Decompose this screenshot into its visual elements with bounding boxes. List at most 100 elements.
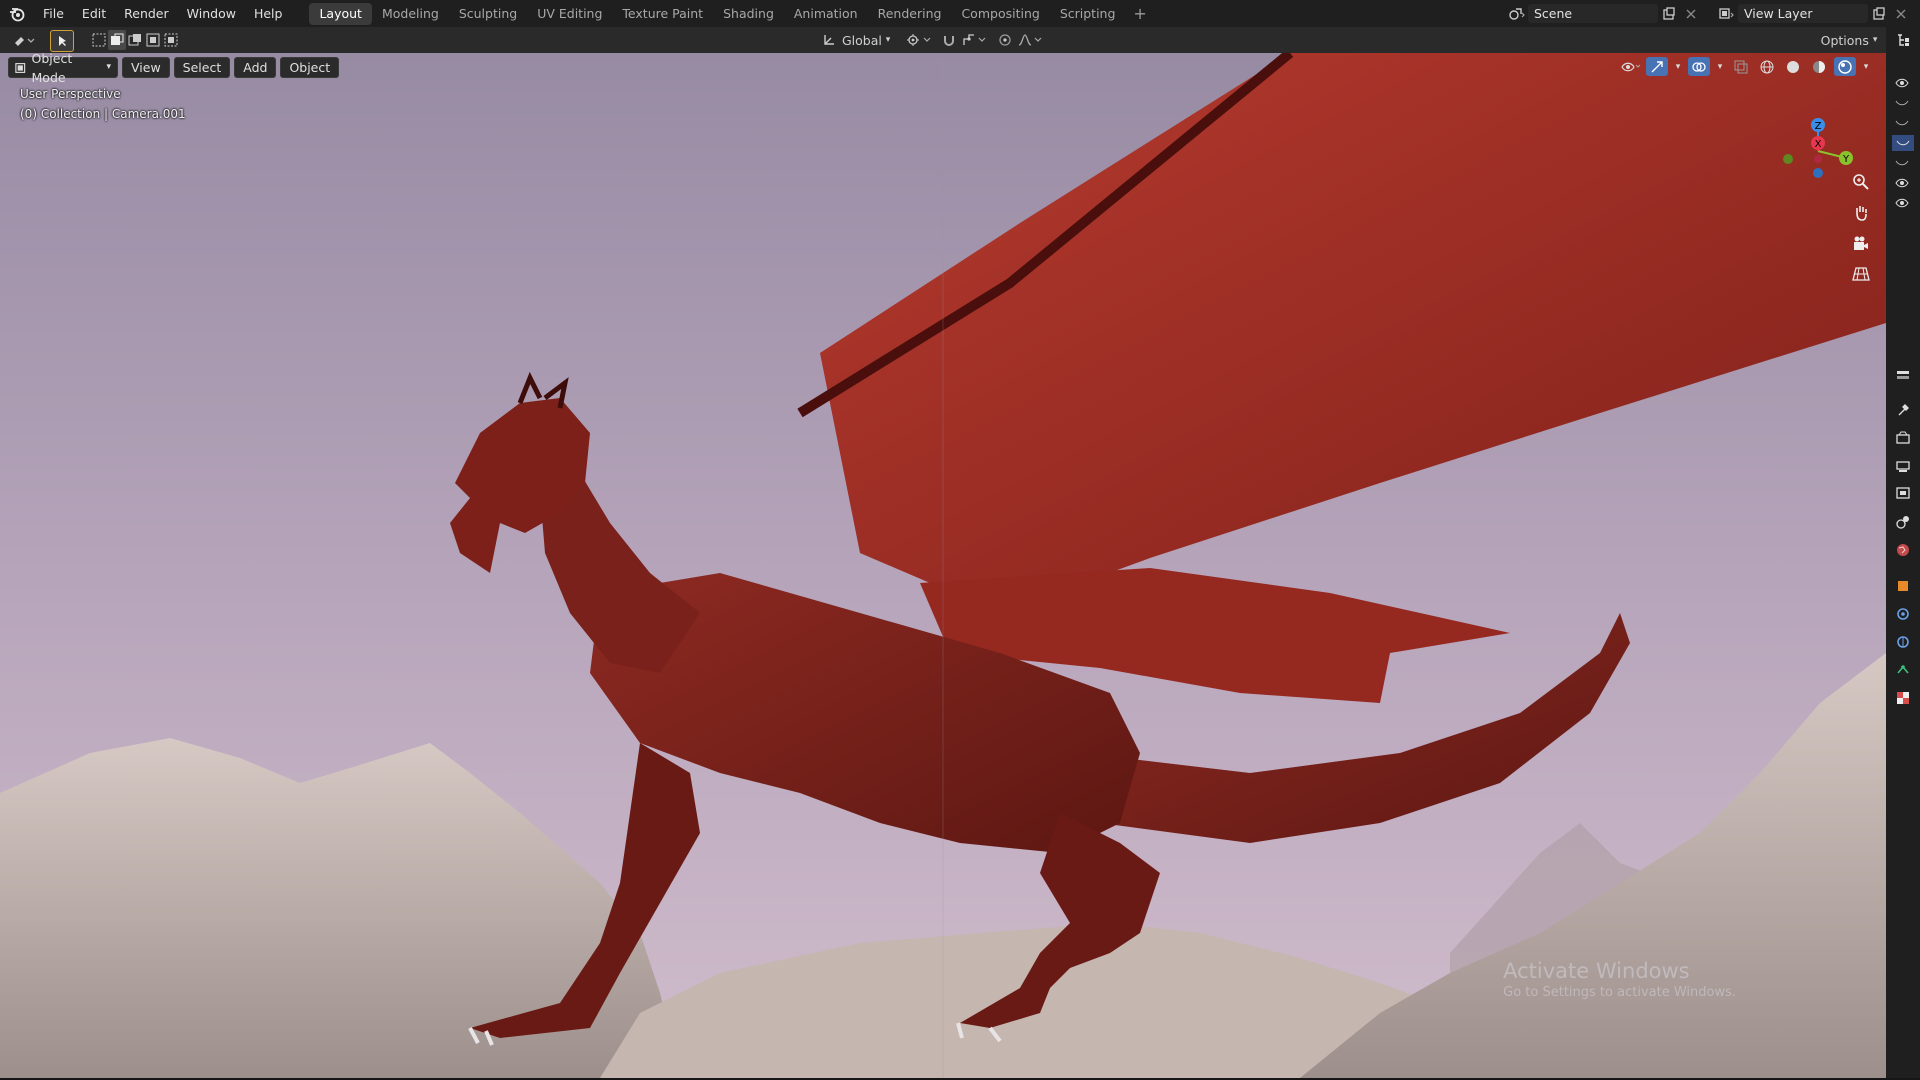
menu-window[interactable]: Window	[178, 3, 245, 25]
modifier-properties-tab-icon[interactable]	[1892, 603, 1914, 625]
gizmo-y-label: Y	[1842, 154, 1850, 165]
proportional-editing-icon[interactable]	[996, 30, 1014, 50]
select-tool-icon[interactable]	[50, 30, 74, 52]
chevron-down-icon[interactable]: ▾	[1860, 57, 1872, 76]
tab-scripting[interactable]: Scripting	[1050, 3, 1126, 25]
add-workspace-button[interactable]: +	[1125, 4, 1154, 23]
texture-properties-tab-icon[interactable]	[1892, 687, 1914, 709]
data-properties-tab-icon[interactable]	[1892, 659, 1914, 681]
menu-help[interactable]: Help	[245, 3, 292, 25]
select-box-invert-icon[interactable]	[144, 30, 162, 50]
viewport-menu-view[interactable]: View	[122, 57, 170, 78]
pan-hand-icon[interactable]	[1848, 200, 1874, 226]
watermark-subtitle: Go to Settings to activate Windows.	[1503, 985, 1736, 1000]
tab-compositing[interactable]: Compositing	[951, 3, 1049, 25]
chevron-down-icon[interactable]: ▾	[882, 30, 894, 50]
chevron-down-icon[interactable]: ▾	[1672, 57, 1684, 76]
select-box-intersect-icon[interactable]	[162, 30, 180, 50]
options-label: Options	[1820, 32, 1869, 48]
xray-toggle-icon[interactable]	[1730, 57, 1752, 76]
scene-name-field[interactable]: Scene	[1528, 4, 1658, 23]
activate-windows-watermark: Activate Windows Go to Settings to activ…	[1503, 959, 1736, 1000]
wireframe-shading-icon[interactable]	[1756, 57, 1778, 76]
scene-browse-icon[interactable]	[1506, 4, 1528, 23]
menu-render[interactable]: Render	[115, 3, 178, 25]
object-mode-dropdown[interactable]: Object Mode ▾	[8, 53, 118, 85]
object-mode-label: Object Mode	[31, 53, 73, 85]
tab-sculpting[interactable]: Sculpting	[449, 3, 527, 25]
scene-selector-group: Scene View Layer	[1506, 0, 1920, 27]
3d-viewport[interactable]: Object Mode ▾ View Select Add Object Use…	[0, 53, 1886, 1078]
tab-modeling[interactable]: Modeling	[372, 3, 449, 25]
outliner-visibility-eye-icon[interactable]	[1895, 197, 1911, 211]
chevron-down-icon: ▾	[1872, 35, 1878, 45]
gizmo-x-label: X	[1815, 139, 1822, 150]
outliner-editor-type-icon[interactable]	[1892, 29, 1914, 51]
outliner-hidden-eye-icon[interactable]	[1895, 117, 1911, 131]
delete-view-layer-icon[interactable]	[1890, 4, 1912, 23]
output-properties-tab-icon[interactable]	[1892, 455, 1914, 477]
editor-type-icon[interactable]	[10, 30, 40, 50]
viewport-scene	[0, 53, 1886, 1078]
snap-target-icon[interactable]	[960, 30, 990, 50]
chevron-down-icon: ▾	[106, 62, 111, 72]
tab-texture-paint[interactable]: Texture Paint	[612, 3, 713, 25]
select-box-subtract-icon[interactable]	[126, 30, 144, 50]
transform-orientation-dropdown[interactable]: Global	[842, 30, 882, 50]
menu-edit[interactable]: Edit	[73, 3, 115, 25]
properties-editor-type-icon[interactable]	[1892, 365, 1914, 387]
rendered-shading-icon[interactable]	[1834, 57, 1856, 76]
options-dropdown[interactable]: Options ▾	[1818, 30, 1880, 50]
physics-properties-tab-icon[interactable]	[1892, 631, 1914, 653]
blender-logo-icon[interactable]	[0, 0, 34, 27]
transform-orientation-icon[interactable]	[820, 30, 838, 50]
new-view-layer-icon[interactable]	[1868, 4, 1890, 23]
view-layer-browse-icon[interactable]	[1716, 4, 1738, 23]
zoom-icon[interactable]	[1848, 169, 1874, 195]
camera-view-icon[interactable]	[1848, 231, 1874, 257]
gizmo-toggle-icon[interactable]	[1646, 57, 1668, 76]
viewport-shading-controls: ▾ ▾ ▾	[1620, 57, 1872, 76]
snap-toggle-icon[interactable]	[940, 30, 958, 50]
tab-rendering[interactable]: Rendering	[868, 3, 952, 25]
object-mode-icon	[15, 62, 26, 73]
solid-shading-icon[interactable]	[1782, 57, 1804, 76]
select-box-extend-icon[interactable]	[108, 30, 126, 50]
proportional-falloff-icon[interactable]	[1016, 30, 1046, 50]
new-scene-icon[interactable]	[1658, 4, 1680, 23]
outliner-hidden-eye-icon[interactable]	[1895, 157, 1911, 171]
viewport-header: Object Mode ▾ View Select Add Object	[8, 53, 340, 85]
select-box-new-icon[interactable]	[90, 30, 108, 50]
tab-animation[interactable]: Animation	[784, 3, 868, 25]
tool-properties-tab-icon[interactable]	[1892, 399, 1914, 421]
render-properties-tab-icon[interactable]	[1892, 427, 1914, 449]
world-properties-tab-icon[interactable]	[1892, 539, 1914, 561]
chevron-down-icon[interactable]: ▾	[1714, 57, 1726, 76]
delete-scene-icon[interactable]	[1680, 4, 1702, 23]
scene-properties-tab-icon[interactable]	[1892, 511, 1914, 533]
viewport-menu-select[interactable]: Select	[173, 57, 231, 78]
tab-shading[interactable]: Shading	[713, 3, 784, 25]
perspective-toggle-icon[interactable]	[1848, 261, 1874, 287]
menu-file[interactable]: File	[34, 3, 73, 25]
tab-uv-editing[interactable]: UV Editing	[527, 3, 612, 25]
outliner-selected-row-eye-icon[interactable]	[1892, 135, 1914, 151]
tab-layout[interactable]: Layout	[309, 2, 372, 25]
gizmo-z-label: Z	[1815, 121, 1822, 132]
material-preview-icon[interactable]	[1808, 57, 1830, 76]
overlays-toggle-icon[interactable]	[1688, 57, 1710, 76]
outliner-hidden-eye-icon[interactable]	[1895, 97, 1911, 111]
pivot-point-icon[interactable]	[904, 30, 934, 50]
outliner-visibility-eye-icon[interactable]	[1895, 77, 1911, 91]
watermark-title: Activate Windows	[1503, 959, 1690, 983]
view-layer-name-field[interactable]: View Layer	[1738, 4, 1868, 23]
properties-tab-column	[1886, 27, 1920, 1080]
visibility-selectability-icon[interactable]	[1620, 57, 1642, 76]
tool-header: Global ▾ Options ▾	[0, 27, 1920, 53]
outliner-visibility-eye-icon[interactable]	[1895, 177, 1911, 191]
view-layer-properties-tab-icon[interactable]	[1892, 483, 1914, 505]
top-menu-bar: File Edit Render Window Help Layout Mode…	[0, 0, 1920, 27]
viewport-menu-add[interactable]: Add	[234, 57, 277, 78]
viewport-menu-object[interactable]: Object	[280, 57, 340, 78]
object-properties-tab-icon[interactable]	[1892, 575, 1914, 597]
